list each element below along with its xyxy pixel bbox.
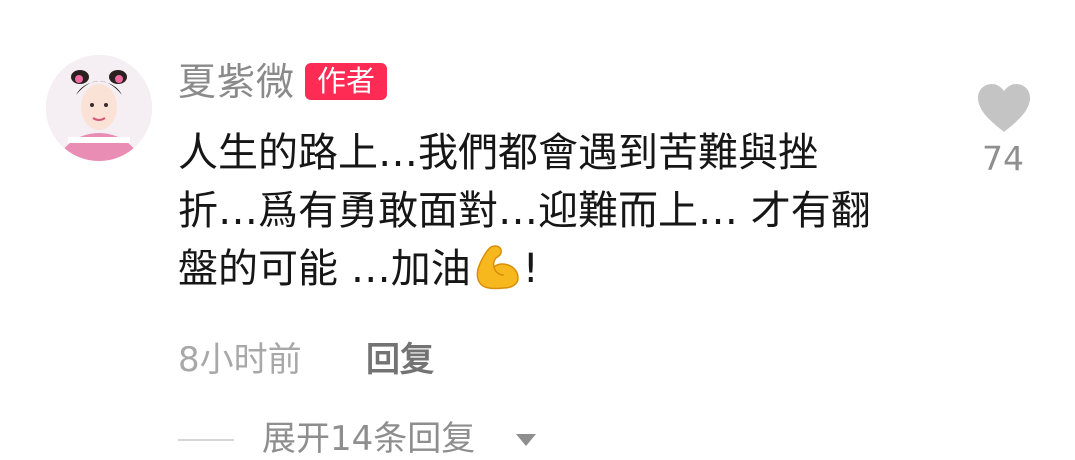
avatar-image: [46, 55, 152, 161]
comment-author-name[interactable]: 夏紫微: [178, 58, 295, 106]
author-badge: 作者: [305, 63, 388, 100]
comment-text-line: 折…爲有勇敢面對…迎難而上… 才有翻: [178, 188, 871, 234]
heart-icon: [978, 84, 1030, 132]
divider-line: [178, 439, 234, 441]
comment-text-segment: 盤的可能 …加油: [178, 246, 471, 292]
comment-text-line-last: 盤的可能 …加油 !: [178, 240, 948, 298]
reply-button[interactable]: 回复: [366, 338, 434, 382]
avatar[interactable]: [46, 55, 152, 161]
chevron-down-icon: [516, 434, 536, 446]
comment-text: 人生的路上…我們都會遇到苦難與挫 折…爲有勇敢面對…迎難而上… 才有翻 盤的可能…: [178, 124, 948, 298]
flexed-biceps-icon: [476, 245, 519, 290]
comment-text-line: 人生的路上…我們都會遇到苦難與挫: [178, 130, 818, 176]
comment-timestamp: 8小时前: [178, 340, 302, 380]
like-count: 74: [982, 139, 1024, 178]
like-button[interactable]: 74: [972, 82, 1034, 182]
comment-text-tail: !: [522, 246, 539, 292]
expand-replies-label: 展开14条回复: [262, 419, 476, 459]
